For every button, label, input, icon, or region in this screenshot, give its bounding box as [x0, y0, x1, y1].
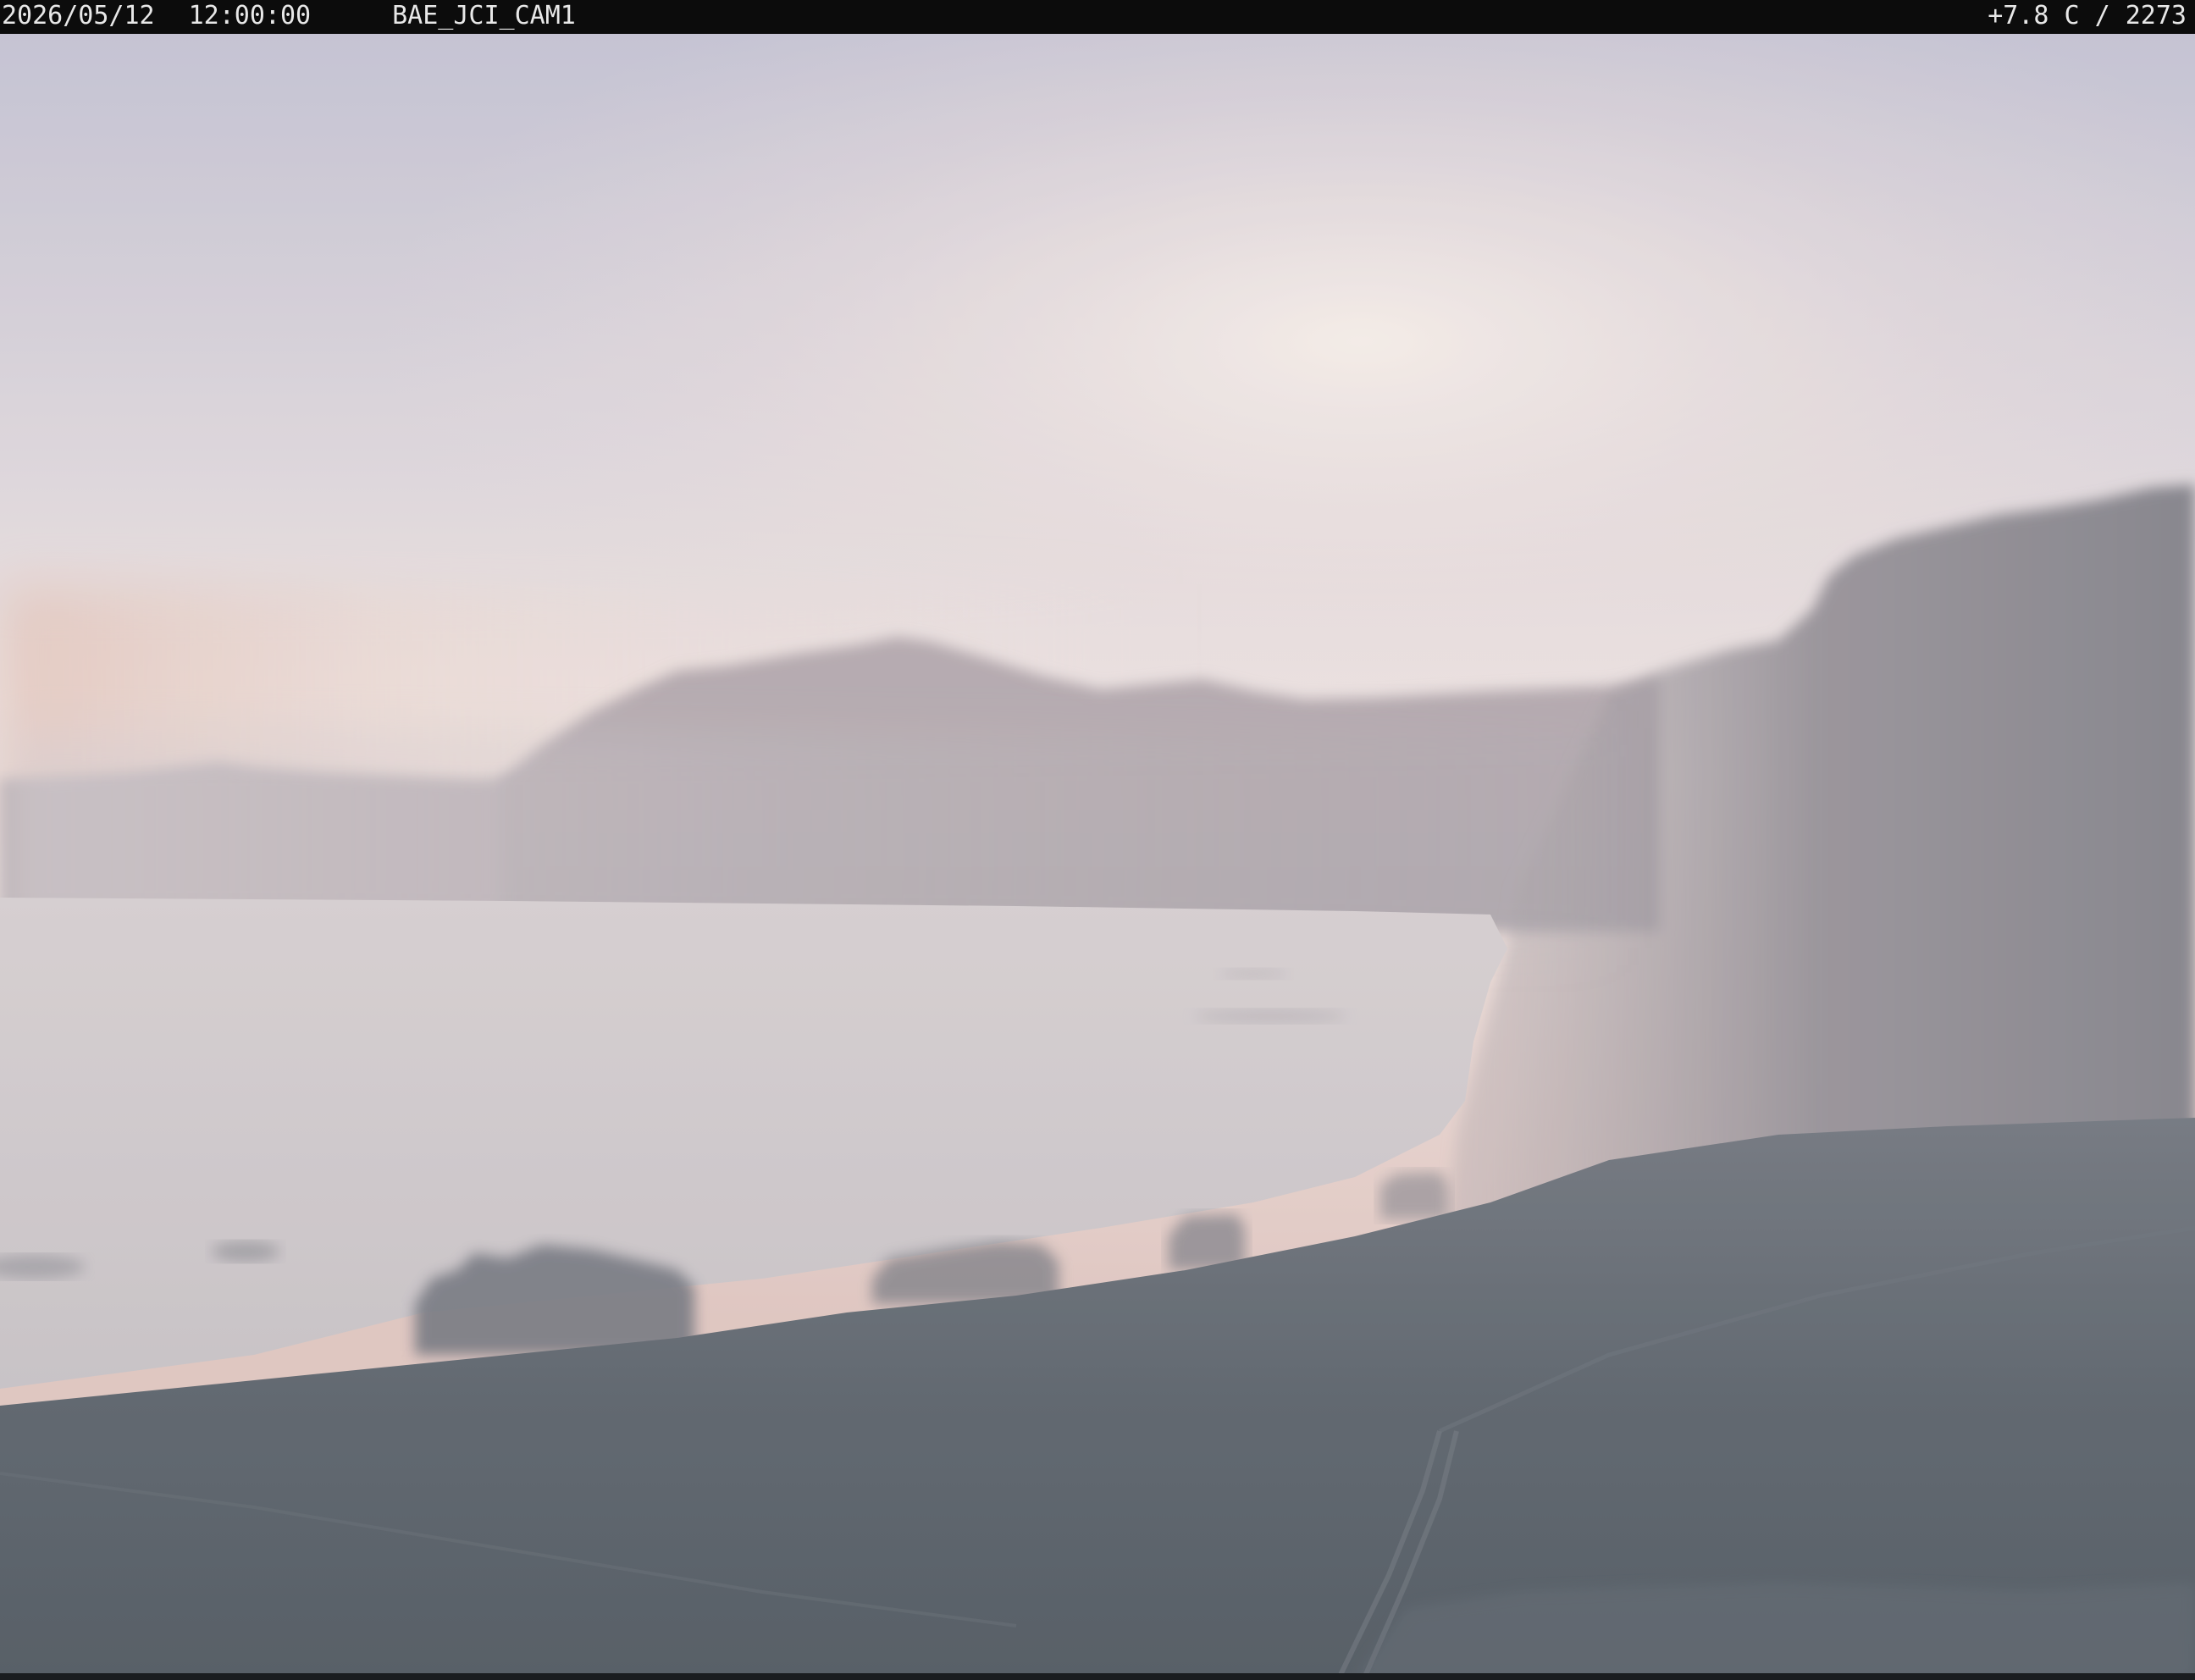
camera-image: [0, 34, 2195, 1680]
timestamp-date: 2026/05/12: [2, 1, 155, 30]
overlay-info-bar: 2026/05/12 12:00:00 BAE_JCI_CAM1 +7.8 C / …: [0, 0, 2195, 34]
foggy-landscape-image: [0, 34, 2195, 1680]
sensor-readout: +7.8 C / 2273: [1988, 1, 2187, 30]
webcam-frame: 2026/05/12 12:00:00 BAE_JCI_CAM1 +7.8 C / …: [0, 0, 2195, 1680]
frame-bottom-edge: [0, 1673, 2195, 1680]
camera-id: BAE_JCI_CAM1: [392, 1, 576, 30]
overlay-left-group: 2026/05/12 12:00:00 BAE_JCI_CAM1: [2, 0, 576, 32]
fog-veil: [0, 34, 2195, 1680]
timestamp-time: 12:00:00: [188, 1, 312, 30]
